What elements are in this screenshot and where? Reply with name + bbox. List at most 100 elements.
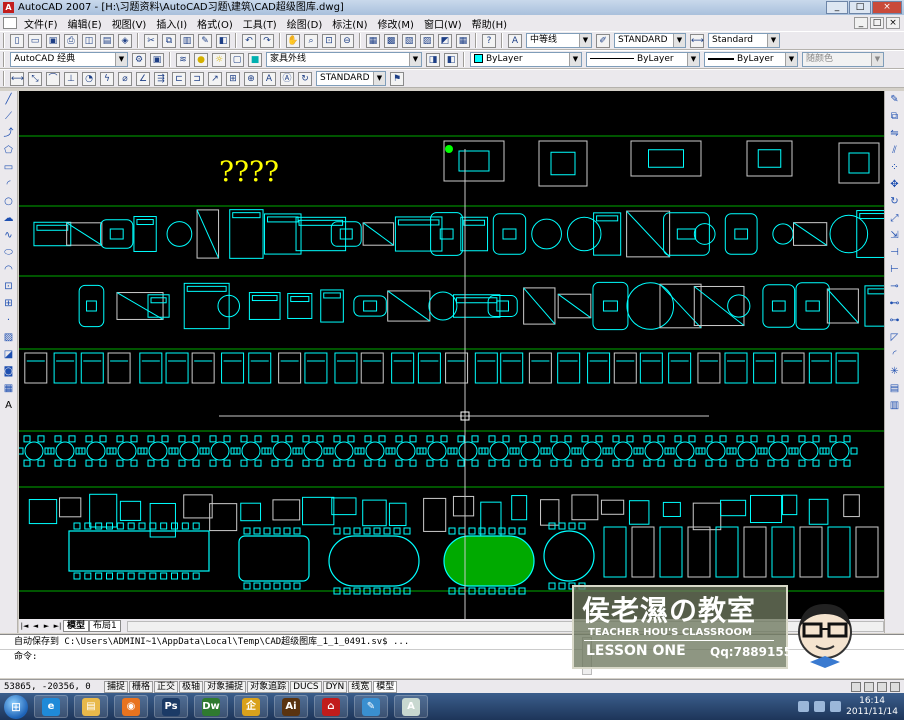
- dim-radius-icon[interactable]: ◔: [82, 71, 96, 86]
- menu-edit[interactable]: 编辑(E): [63, 16, 107, 31]
- chamfer-icon[interactable]: ◸: [888, 331, 902, 345]
- next-tab-button[interactable]: ►: [41, 622, 52, 630]
- dim-continue-icon[interactable]: ⊐: [190, 71, 204, 86]
- zoom-realtime-icon[interactable]: ⌕: [304, 33, 318, 48]
- osnap-toggle[interactable]: 对象捕捉: [204, 680, 247, 693]
- cad-drawing[interactable]: ????: [19, 91, 884, 619]
- first-tab-button[interactable]: |◄: [19, 622, 30, 630]
- doc-minimize-button[interactable]: _: [854, 17, 868, 29]
- markup-icon[interactable]: ◩: [438, 33, 452, 48]
- grid-toggle[interactable]: 栅格: [129, 680, 154, 693]
- toolbar-lock-icon[interactable]: [864, 681, 874, 692]
- dim-update-icon[interactable]: ↻: [298, 71, 312, 86]
- tab-layout1[interactable]: 布局1: [89, 620, 121, 632]
- minimize-button[interactable]: _: [826, 1, 848, 14]
- menu-insert[interactable]: 插入(I): [151, 16, 192, 31]
- help-icon[interactable]: ?: [482, 33, 496, 48]
- clean-screen-icon[interactable]: [890, 681, 900, 692]
- table-icon[interactable]: ▦: [2, 382, 16, 396]
- revision-cloud-icon[interactable]: ☁: [2, 212, 16, 226]
- layer-freeze-sun-icon[interactable]: ☼: [212, 52, 226, 67]
- open-icon[interactable]: ▭: [28, 33, 42, 48]
- taskbar-acrobat-button[interactable]: ⌂: [314, 695, 348, 718]
- status-menu-icon[interactable]: [877, 681, 887, 692]
- clock[interactable]: 16:14 2011/11/14: [846, 696, 898, 718]
- spline-icon[interactable]: ∿: [2, 229, 16, 243]
- hatch-icon[interactable]: ▨: [2, 331, 16, 345]
- layer-lock-icon[interactable]: ▢: [230, 52, 244, 67]
- break-at-point-icon[interactable]: ⊸: [888, 280, 902, 294]
- undo-icon[interactable]: ↶: [242, 33, 256, 48]
- close-button[interactable]: ×: [872, 1, 902, 14]
- textstyle-select[interactable]: STANDARD ▼: [614, 33, 686, 48]
- array-icon[interactable]: ⁘: [888, 161, 902, 175]
- taskbar-pdf-tool-button[interactable]: 企: [234, 695, 268, 718]
- mtext-icon[interactable]: A: [2, 399, 16, 413]
- offset-icon[interactable]: ⫽: [888, 144, 902, 158]
- make-block-icon[interactable]: ⊞: [2, 297, 16, 311]
- menu-view[interactable]: 视图(V): [107, 16, 152, 31]
- stretch-icon[interactable]: ⇲: [888, 229, 902, 243]
- point-icon[interactable]: ·: [2, 314, 16, 328]
- taskbar-dreamweaver-button[interactable]: Dw: [194, 695, 228, 718]
- workspace-select[interactable]: AutoCAD 经典 ▼: [10, 52, 128, 67]
- ellipse-arc-icon[interactable]: ◠: [2, 263, 16, 277]
- tolerance-icon[interactable]: ⊞: [226, 71, 240, 86]
- dim-ordinate-icon[interactable]: ⊥: [64, 71, 78, 86]
- start-button[interactable]: ⊞: [4, 694, 28, 719]
- taskbar-explorer-button[interactable]: ▤: [74, 695, 108, 718]
- layer-on-bulb-icon[interactable]: ●: [194, 52, 208, 67]
- model-space-toggle[interactable]: 模型: [373, 680, 398, 693]
- scale-icon[interactable]: ⤢: [888, 212, 902, 226]
- dimension-style-icon[interactable]: ⟷: [690, 33, 704, 48]
- mirror-icon[interactable]: ⇋: [888, 127, 902, 141]
- dim-angular-icon[interactable]: ∠: [136, 71, 150, 86]
- dim-edit-icon[interactable]: A: [262, 71, 276, 86]
- flag-icon[interactable]: [830, 701, 842, 712]
- toolbar-grip[interactable]: [3, 33, 5, 48]
- center-mark-icon[interactable]: ⊕: [244, 71, 258, 86]
- lineweight-select[interactable]: ByLayer ▼: [704, 52, 798, 67]
- menu-help[interactable]: 帮助(H): [467, 16, 512, 31]
- extend-icon[interactable]: ⊢: [888, 263, 902, 277]
- workspace-save-icon[interactable]: ▣: [150, 52, 164, 67]
- doc-restore-button[interactable]: □: [870, 17, 884, 29]
- taskbar-notes-button[interactable]: ✎: [354, 695, 388, 718]
- line-icon[interactable]: ╱: [2, 93, 16, 107]
- gradient-icon[interactable]: ◪: [2, 348, 16, 362]
- circle-icon[interactable]: ○: [2, 195, 16, 209]
- rectangle-icon[interactable]: ▭: [2, 161, 16, 175]
- plotstyle-select[interactable]: 随颜色 ▼: [802, 52, 884, 67]
- zoom-previous-icon[interactable]: ⊖: [340, 33, 354, 48]
- publish-icon[interactable]: ▤: [100, 33, 114, 48]
- block-editor-icon[interactable]: ◧: [216, 33, 230, 48]
- 3d-dwf-icon[interactable]: ◈: [118, 33, 132, 48]
- autocad-app-icon[interactable]: A: [3, 2, 14, 13]
- lineweight-toggle[interactable]: 线宽: [348, 680, 373, 693]
- quick-leader-icon[interactable]: ↗: [208, 71, 222, 86]
- move-icon[interactable]: ✥: [888, 178, 902, 192]
- dim-linear-icon[interactable]: ⟷: [10, 71, 24, 86]
- workspace-settings-icon[interactable]: ⚙: [132, 52, 146, 67]
- network-icon[interactable]: [798, 701, 810, 712]
- text-style-manager-icon[interactable]: ✐: [596, 33, 610, 48]
- plot-icon[interactable]: ⎙: [64, 33, 78, 48]
- ducs-toggle[interactable]: DUCS: [290, 680, 322, 693]
- plot-preview-icon[interactable]: ◫: [82, 33, 96, 48]
- color-select[interactable]: ByLayer ▼: [470, 52, 582, 67]
- copy-object-icon[interactable]: ⧉: [888, 110, 902, 124]
- insert-block-icon[interactable]: ⊡: [2, 280, 16, 294]
- linetype-property-select[interactable]: ByLayer ▼: [586, 52, 700, 67]
- dim-style-manager-icon[interactable]: ⚑: [390, 71, 404, 86]
- paste-icon[interactable]: ▥: [180, 33, 194, 48]
- menu-draw[interactable]: 绘图(D): [282, 16, 328, 31]
- menu-window[interactable]: 窗口(W): [419, 16, 467, 31]
- menu-modify[interactable]: 修改(M): [373, 16, 419, 31]
- qnew-icon[interactable]: ▯: [10, 33, 24, 48]
- arc-icon[interactable]: ◜: [2, 178, 16, 192]
- layer-previous-icon[interactable]: ◧: [444, 52, 458, 67]
- taskbar-illustrator-button[interactable]: Ai: [274, 695, 308, 718]
- rotate-icon[interactable]: ↻: [888, 195, 902, 209]
- taskbar-ie-button[interactable]: e: [34, 695, 68, 718]
- draw-order-icon[interactable]: ▤: [888, 382, 902, 396]
